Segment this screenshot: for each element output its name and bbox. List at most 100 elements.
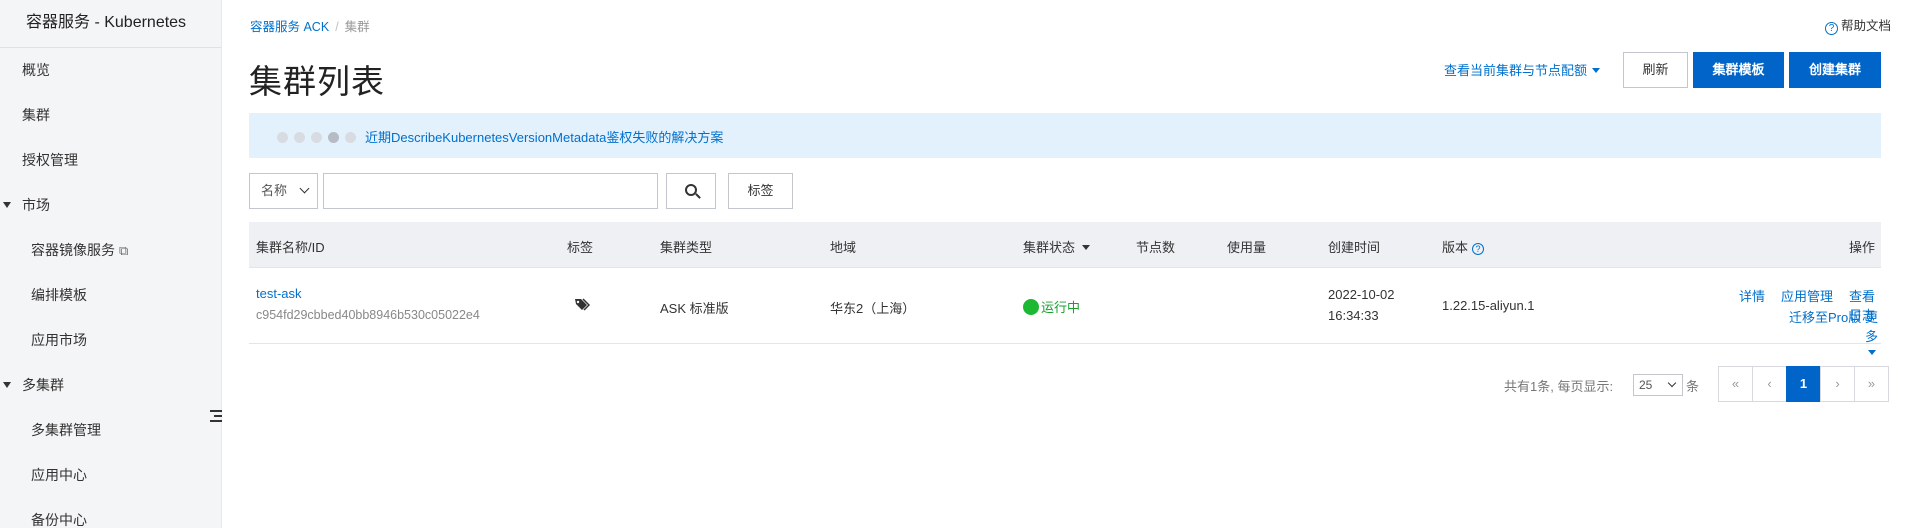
column-actions: 操作 [1848, 240, 1875, 255]
column-usage: 使用量 [1227, 240, 1267, 255]
table-row: test-ask c954fd29cbbed40bb8946b530c05022… [249, 268, 1881, 355]
caret-down-icon [3, 382, 11, 388]
column-region: 地域 [830, 240, 857, 255]
sidebar-item-label: 多集群管理 [31, 422, 101, 438]
sidebar-item-authorization[interactable]: 授权管理 [0, 138, 221, 183]
sidebar-item-multi-cluster[interactable]: 多集群 [0, 363, 221, 408]
sidebar-collapse-icon[interactable] [210, 410, 222, 426]
app-manage-link[interactable]: 应用管理 [1781, 286, 1833, 305]
sidebar-item-app-center[interactable]: 应用中心 [0, 453, 221, 498]
sidebar-item-label: 集群 [22, 107, 50, 123]
carousel-dot-active[interactable] [328, 132, 339, 143]
details-link[interactable]: 详情 [1739, 286, 1765, 305]
chevron-down-icon [299, 183, 310, 194]
help-docs-link[interactable]: ? 帮助文档 [1824, 15, 1891, 35]
breadcrumb-current: 集群 [344, 20, 370, 34]
carousel-dot[interactable] [345, 132, 356, 143]
pagination-info: 共有1条, 每页显示: [1504, 379, 1614, 394]
last-page-button[interactable]: » [1854, 366, 1889, 402]
column-status[interactable]: 集群状态 [1023, 237, 1091, 256]
cluster-id: c954fd29cbbed40bb8946b530c05022e4 [256, 308, 480, 322]
column-type: 集群类型 [660, 240, 713, 255]
refresh-button[interactable]: 刷新 [1623, 52, 1688, 88]
cluster-name-link[interactable]: test-ask [256, 286, 302, 301]
chevron-down-icon [1667, 378, 1677, 388]
cluster-region: 华东2（上海） [830, 301, 916, 316]
column-version: 版本? [1442, 237, 1485, 256]
sidebar-item-multi-cluster-manage[interactable]: 多集群管理 [0, 408, 221, 453]
notice-link[interactable]: 近期DescribeKubernetesVersionMetadata鉴权失败的… [365, 127, 723, 146]
column-version-label: 版本 [1442, 240, 1469, 255]
column-tags: 标签 [567, 240, 594, 255]
help-docs-label: 帮助文档 [1840, 19, 1891, 33]
create-cluster-button[interactable]: 创建集群 [1789, 52, 1881, 88]
column-status-label: 集群状态 [1023, 240, 1076, 255]
status-running-icon [1023, 299, 1039, 315]
external-link-icon: ⧉ [119, 243, 129, 258]
sidebar: 容器服务 - Kubernetes 概览 集群 授权管理 市场 容器镜像服务 ⧉ … [0, 0, 222, 528]
sidebar-item-orchestration-templates[interactable]: 编排模板 [0, 273, 221, 318]
page-title: 集群列表 [249, 63, 385, 100]
sidebar-item-container-registry[interactable]: 容器镜像服务 ⧉ [0, 228, 221, 273]
sidebar-item-label: 概览 [22, 62, 50, 78]
sidebar-item-marketplace[interactable]: 市场 [0, 183, 221, 228]
carousel-dots [277, 130, 362, 146]
more-actions-dropdown[interactable]: 更多 [1865, 307, 1881, 360]
sidebar-title: 容器服务 - Kubernetes [0, 0, 221, 48]
caret-down-icon [1868, 350, 1876, 355]
caret-down-icon [1592, 68, 1601, 73]
carousel-dot[interactable] [311, 132, 322, 143]
filter-field-value: 名称 [261, 183, 288, 198]
breadcrumb: 容器服务 ACK / 集群 [250, 16, 370, 35]
sidebar-item-clusters[interactable]: 集群 [0, 93, 221, 138]
pagination-unit: 条 [1686, 379, 1700, 394]
question-circle-icon: ? [1824, 22, 1838, 35]
migrate-pro-link[interactable]: 迁移至Pro版 [1789, 307, 1861, 326]
carousel-dot[interactable] [277, 132, 288, 143]
breadcrumb-root-link[interactable]: 容器服务 ACK [250, 20, 329, 34]
sidebar-item-label: 应用中心 [31, 467, 87, 483]
sidebar-item-label: 应用市场 [31, 332, 87, 348]
cluster-version: 1.22.15-aliyun.1 [1442, 298, 1535, 313]
carousel-dot[interactable] [294, 132, 305, 143]
search-input[interactable] [323, 173, 658, 209]
column-created: 创建时间 [1328, 240, 1381, 255]
main-content: 容器服务 ACK / 集群 ? 帮助文档 集群列表 查看当前集群与节点配额 刷新 集群… [222, 0, 1905, 528]
prev-page-button[interactable]: ‹ [1752, 366, 1787, 402]
page-size-select[interactable]: 25 [1633, 374, 1683, 396]
question-circle-icon[interactable]: ? [1472, 243, 1485, 255]
table-header: 集群名称/ID 标签 集群类型 地域 集群状态 节点数 使用量 创建时间 版本?… [249, 222, 1881, 268]
created-date: 2022-10-02 [1328, 287, 1395, 302]
quota-dropdown-link[interactable]: 查看当前集群与节点配额 [1444, 60, 1601, 79]
sidebar-item-label: 授权管理 [22, 152, 78, 168]
sidebar-item-label: 多集群 [22, 377, 64, 393]
caret-down-icon [3, 202, 11, 208]
sidebar-item-backup-center[interactable]: 备份中心 [0, 498, 221, 528]
search-button[interactable] [666, 173, 716, 209]
tag-icon[interactable] [574, 298, 591, 311]
more-actions-label: 更多 [1865, 310, 1879, 344]
page-1-button[interactable]: 1 [1786, 366, 1821, 402]
sidebar-item-label: 备份中心 [31, 512, 87, 528]
filter-field-select[interactable]: 名称 [249, 173, 318, 209]
sidebar-item-label: 编排模板 [31, 287, 87, 303]
quota-link-label: 查看当前集群与节点配额 [1444, 63, 1588, 78]
tag-filter-button[interactable]: 标签 [728, 173, 793, 209]
breadcrumb-separator: / [335, 20, 339, 34]
sidebar-item-label: 容器镜像服务 [31, 242, 115, 258]
sidebar-item-app-marketplace[interactable]: 应用市场 [0, 318, 221, 363]
cluster-type: ASK 标准版 [660, 301, 729, 316]
created-time: 16:34:33 [1328, 308, 1379, 323]
next-page-button[interactable]: › [1820, 366, 1855, 402]
status-text: 运行中 [1041, 300, 1081, 315]
page-size-value: 25 [1639, 378, 1653, 392]
sidebar-item-overview[interactable]: 概览 [0, 48, 221, 93]
sidebar-item-label: 市场 [22, 197, 50, 213]
status-badge: 运行中 [1023, 297, 1080, 316]
cluster-template-button[interactable]: 集群模板 [1693, 52, 1784, 88]
first-page-button[interactable]: « [1718, 366, 1753, 402]
notice-banner: 近期DescribeKubernetesVersionMetadata鉴权失败的… [249, 113, 1881, 158]
column-name: 集群名称/ID [256, 240, 325, 255]
column-nodes: 节点数 [1136, 240, 1176, 255]
caret-down-icon [1082, 245, 1091, 250]
